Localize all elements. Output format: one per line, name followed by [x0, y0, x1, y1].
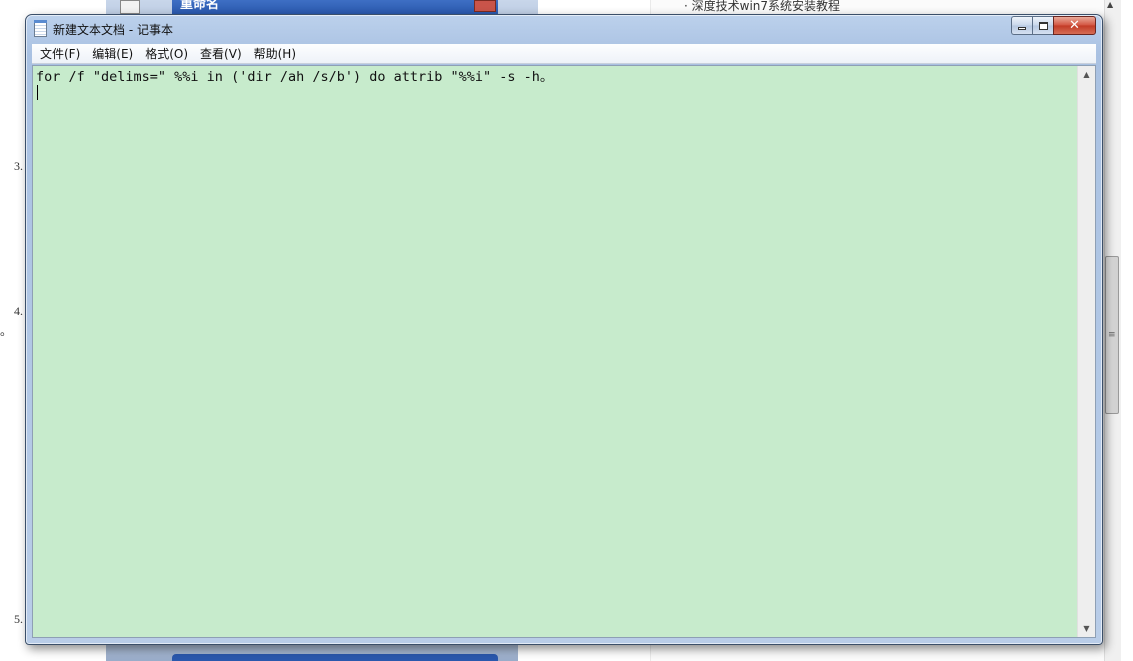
minimize-button[interactable]: [1011, 16, 1032, 35]
editor-content[interactable]: for /f "delims=" %%i in ('dir /ah /s/b')…: [36, 69, 1075, 85]
menu-file[interactable]: 文件(F): [34, 45, 86, 63]
window-controls: ✕: [1011, 16, 1096, 35]
file-icon: [120, 0, 140, 14]
background-punctuation: 。: [0, 324, 13, 338]
menu-help[interactable]: 帮助(H): [248, 45, 302, 63]
scroll-up-arrow-icon[interactable]: ▲: [1107, 0, 1113, 9]
text-editor-area[interactable]: for /f "delims=" %%i in ('dir /ah /s/b')…: [32, 65, 1096, 638]
background-bottom-titlebar: [172, 654, 498, 661]
scroll-down-icon[interactable]: ▼: [1078, 620, 1095, 637]
notepad-window: 新建文本文档 - 记事本 ✕ 文件(F) 编辑(E) 格式(O) 查看(V) 帮…: [25, 14, 1103, 645]
notepad-icon: [34, 20, 47, 37]
menu-edit[interactable]: 编辑(E): [86, 45, 139, 63]
rename-dialog-close-icon: [474, 0, 496, 12]
minimize-icon: [1018, 27, 1026, 30]
title-bar[interactable]: 新建文本文档 - 记事本 ✕: [26, 15, 1102, 43]
menu-format[interactable]: 格式(O): [139, 45, 194, 63]
close-button[interactable]: ✕: [1053, 16, 1096, 35]
related-article-link[interactable]: · 深度技术win7系统安装教程: [684, 0, 840, 12]
maximize-button[interactable]: [1032, 16, 1053, 35]
list-number-4: 4.: [14, 304, 23, 318]
text-caret: [37, 85, 38, 100]
list-number-5: 5.: [14, 612, 23, 626]
menu-view[interactable]: 查看(V): [194, 45, 248, 63]
scroll-up-icon[interactable]: ▲: [1078, 66, 1095, 83]
maximize-icon: [1038, 21, 1048, 30]
menu-bar: 文件(F) 编辑(E) 格式(O) 查看(V) 帮助(H): [32, 44, 1096, 64]
scroll-grip-icon: ≡: [1108, 330, 1116, 340]
rename-dialog-title: 重命名: [172, 0, 498, 14]
close-icon: ✕: [1069, 18, 1080, 33]
editor-vertical-scrollbar[interactable]: ▲ ▼: [1077, 66, 1095, 637]
window-title: 新建文本文档 - 记事本: [53, 23, 173, 37]
list-number-3: 3.: [14, 159, 23, 173]
